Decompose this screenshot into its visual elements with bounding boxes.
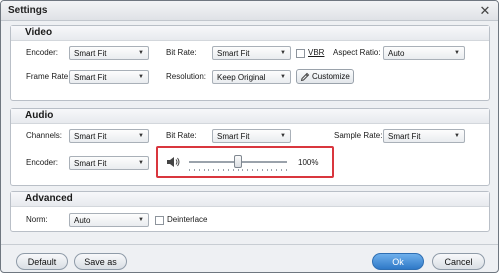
settings-window: Settings ✕ Video Encoder: Smart Fit ▼ Bi… <box>0 0 499 273</box>
audio-encoder-dropdown[interactable]: Smart Fit ▼ <box>69 156 149 170</box>
advanced-section-title: Advanced <box>25 193 73 204</box>
volume-tick <box>276 169 277 171</box>
audio-encoder-value: Smart Fit <box>74 159 107 168</box>
volume-tick <box>194 169 195 171</box>
channels-label: Channels: <box>26 131 63 140</box>
aspect-ratio-label: Aspect Ratio: <box>333 48 381 57</box>
volume-tick <box>257 169 258 171</box>
volume-tick <box>233 169 234 171</box>
volume-value: 100% <box>298 158 319 167</box>
speaker-icon[interactable] <box>166 156 180 168</box>
audio-bitrate-label: Bit Rate: <box>166 131 197 140</box>
channels-dropdown[interactable]: Smart Fit ▼ <box>69 129 149 143</box>
save-as-button[interactable]: Save as <box>74 253 127 270</box>
volume-tick <box>204 169 205 171</box>
chevron-down-icon: ▼ <box>138 50 144 56</box>
video-encoder-dropdown[interactable]: Smart Fit ▼ <box>69 46 149 60</box>
default-button[interactable]: Default <box>16 253 68 270</box>
volume-tick <box>271 169 272 171</box>
video-section-title: Video <box>25 27 53 38</box>
chevron-down-icon: ▼ <box>138 160 144 166</box>
video-section: Video <box>10 25 490 101</box>
video-section-header: Video <box>11 26 489 41</box>
volume-tick <box>242 169 243 171</box>
chevron-down-icon: ▼ <box>138 217 144 223</box>
volume-tick <box>189 169 190 171</box>
frame-rate-dropdown[interactable]: Smart Fit ▼ <box>69 70 149 84</box>
audio-section-header: Audio <box>11 109 489 124</box>
title-bar: Settings ✕ <box>1 1 498 21</box>
video-bitrate-dropdown[interactable]: Smart Fit ▼ <box>212 46 291 60</box>
sample-rate-label: Sample Rate: <box>334 131 383 140</box>
channels-value: Smart Fit <box>74 132 107 141</box>
aspect-ratio-value: Auto <box>388 49 405 58</box>
resolution-value: Keep Original <box>217 73 266 82</box>
norm-value: Auto <box>74 216 91 225</box>
audio-bitrate-dropdown[interactable]: Smart Fit ▼ <box>212 129 291 143</box>
volume-tick <box>208 169 209 171</box>
sample-rate-dropdown[interactable]: Smart Fit ▼ <box>383 129 465 143</box>
customize-label: Customize <box>312 72 350 81</box>
volume-tick <box>281 169 282 171</box>
footer-bar <box>1 244 498 245</box>
volume-tick <box>252 169 253 171</box>
vbr-checkbox[interactable] <box>296 49 305 58</box>
vbr-label[interactable]: VBR <box>308 48 324 58</box>
advanced-section-header: Advanced <box>11 192 489 207</box>
ok-button[interactable]: Ok <box>372 253 424 270</box>
cancel-label: Cancel <box>444 257 473 267</box>
volume-tick <box>267 169 268 171</box>
chevron-down-icon: ▼ <box>454 50 460 56</box>
volume-tick <box>228 169 229 171</box>
volume-tick <box>223 169 224 171</box>
video-bitrate-value: Smart Fit <box>217 49 250 58</box>
deinterlace-label[interactable]: Deinterlace <box>167 215 207 225</box>
frame-rate-label: Frame Rate: <box>26 72 71 81</box>
volume-slider-thumb[interactable] <box>234 155 242 168</box>
volume-tick <box>213 169 214 171</box>
video-encoder-label: Encoder: <box>26 48 59 57</box>
cancel-button[interactable]: Cancel <box>432 253 485 270</box>
deinterlace-checkbox[interactable] <box>155 216 164 225</box>
default-label: Default <box>27 257 57 267</box>
volume-ticks <box>189 169 287 172</box>
volume-tick <box>238 169 239 171</box>
chevron-down-icon: ▼ <box>280 50 286 56</box>
norm-dropdown[interactable]: Auto ▼ <box>69 213 149 227</box>
chevron-down-icon: ▼ <box>454 133 460 139</box>
resolution-label: Resolution: <box>166 72 207 81</box>
frame-rate-value: Smart Fit <box>74 73 107 82</box>
video-encoder-value: Smart Fit <box>74 49 107 58</box>
chevron-down-icon: ▼ <box>280 74 286 80</box>
chevron-down-icon: ▼ <box>280 133 286 139</box>
chevron-down-icon: ▼ <box>138 133 144 139</box>
volume-tick <box>199 169 200 171</box>
volume-tick <box>262 169 263 171</box>
audio-section-title: Audio <box>25 110 54 121</box>
ok-label: Ok <box>392 257 404 267</box>
volume-tick <box>218 169 219 171</box>
video-bitrate-label: Bit Rate: <box>166 48 197 57</box>
resolution-dropdown[interactable]: Keep Original ▼ <box>212 70 291 84</box>
norm-label: Norm: <box>26 215 48 224</box>
customize-button[interactable]: Customize <box>296 69 354 84</box>
audio-bitrate-value: Smart Fit <box>217 132 250 141</box>
aspect-ratio-dropdown[interactable]: Auto ▼ <box>383 46 465 60</box>
volume-tick <box>286 169 287 171</box>
window-title: Settings <box>8 5 48 16</box>
audio-encoder-label: Encoder: <box>26 158 59 167</box>
save-as-label: Save as <box>84 257 117 267</box>
volume-tick <box>247 169 248 171</box>
sample-rate-value: Smart Fit <box>388 132 421 141</box>
chevron-down-icon: ▼ <box>138 74 144 80</box>
close-icon[interactable]: ✕ <box>478 4 492 18</box>
pencil-icon <box>300 72 310 82</box>
